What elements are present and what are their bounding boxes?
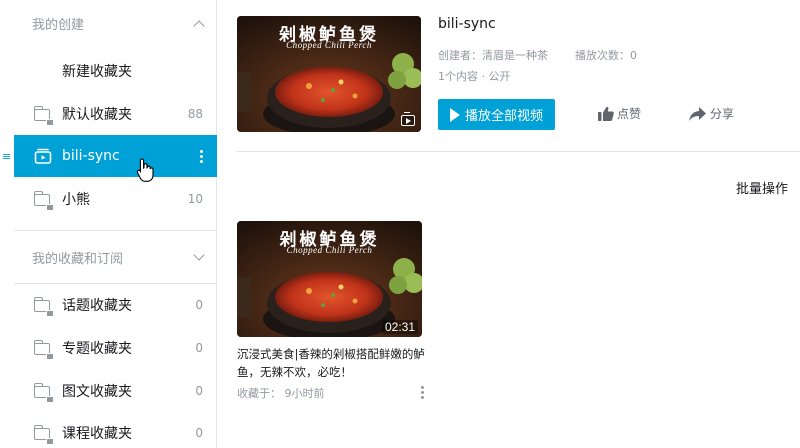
locked-folder-icon	[33, 382, 54, 403]
sidebar-item-label: 新建收藏夹	[62, 64, 132, 80]
like-label: 点赞	[617, 107, 642, 121]
my-created-header[interactable]: 我的创建	[14, 2, 217, 44]
locked-folder-icon	[33, 105, 54, 126]
thumbs-up-icon	[598, 106, 614, 121]
subscribed-header[interactable]: 我的收藏和订阅	[14, 236, 217, 278]
play-all-label: 播放全部视频	[464, 109, 543, 124]
locked-folder-icon	[33, 190, 54, 211]
video-folder-icon	[34, 147, 52, 165]
video-badge-icon	[401, 112, 415, 126]
share-button[interactable]: 分享	[688, 105, 734, 122]
sidebar-item-default-folder[interactable]: 默认收藏夹 88	[14, 93, 217, 135]
plus-circle-icon	[34, 62, 52, 80]
section-divider	[236, 151, 800, 152]
video-thumbnail[interactable]: 剁椒鲈鱼煲 Chopped Chili Perch 02:31	[237, 221, 422, 337]
section-divider	[14, 230, 217, 231]
main-content: 剁椒鲈鱼煲 Chopped Chili Perch bili-sync 创建者：…	[217, 0, 800, 448]
sidebar-item-label: 图文收藏夹	[62, 384, 132, 400]
locked-folder-icon	[33, 424, 54, 445]
new-folder-button[interactable]: 新建收藏夹	[14, 50, 217, 92]
share-label: 分享	[710, 107, 735, 121]
sidebar-item-label: 专题收藏夹	[62, 341, 132, 357]
subscribed-label: 我的收藏和订阅	[32, 251, 124, 267]
folder-title: bili-sync	[438, 16, 496, 32]
sidebar-item-xiaoxiong[interactable]: 小熊 10	[14, 178, 217, 220]
drag-handle-icon[interactable]: ≡	[2, 135, 11, 177]
sidebar-item-article-folder[interactable]: 图文收藏夹 0	[14, 370, 217, 412]
sidebar-item-label: 默认收藏夹	[62, 107, 132, 123]
sidebar-item-label: 小熊	[62, 192, 90, 208]
share-icon	[689, 106, 706, 121]
thumbnail-subtitle-text: Chopped Chili Perch	[286, 245, 373, 255]
chevron-down-icon[interactable]	[193, 249, 205, 261]
chevron-up-icon[interactable]	[193, 19, 205, 32]
folder-creator: 创建者：清眉是一种茶 播放次数：0	[438, 47, 637, 63]
locked-folder-icon	[33, 339, 54, 360]
sidebar-item-label: 课程收藏夹	[62, 426, 132, 442]
sidebar-item-label: 话题收藏夹	[62, 298, 132, 314]
sidebar: 我的创建 新建收藏夹 默认收藏夹 88 bili-sync ≡ 小熊 10 我的…	[0, 0, 217, 448]
folder-count: 0	[195, 341, 203, 355]
play-count-text: 播放次数：0	[575, 49, 637, 62]
video-title[interactable]: 沉浸式美食|香辣的剁椒搭配鲜嫩的鲈鱼，无辣不欢，必吃！	[237, 345, 427, 381]
sidebar-item-bili-sync[interactable]: bili-sync	[14, 135, 217, 177]
batch-operation-button[interactable]: 批量操作	[736, 178, 788, 197]
play-all-button[interactable]: 播放全部视频	[438, 99, 555, 130]
folder-count-visibility: 1个内容 · 公开	[438, 70, 511, 83]
like-button[interactable]: 点赞	[597, 105, 641, 122]
video-duration: 02:31	[381, 320, 418, 334]
folder-count: 0	[195, 298, 203, 312]
saved-time: 收藏于： 9小时前	[237, 387, 325, 400]
folder-count: 0	[195, 384, 203, 398]
play-icon	[449, 107, 460, 122]
folder-cover[interactable]: 剁椒鲈鱼煲 Chopped Chili Perch	[237, 16, 421, 132]
sidebar-item-label: bili-sync	[62, 148, 120, 164]
more-options-icon[interactable]	[199, 149, 203, 163]
folder-count: 0	[195, 426, 203, 440]
my-created-label: 我的创建	[32, 17, 85, 33]
sidebar-item-topic-folder[interactable]: 话题收藏夹 0	[14, 284, 217, 326]
locked-folder-icon	[33, 296, 54, 317]
video-more-icon[interactable]	[420, 386, 424, 399]
creator-text: 创建者：清眉是一种茶	[438, 49, 548, 62]
cover-subtitle-text: Chopped Chili Perch	[286, 40, 372, 50]
sidebar-item-course-folder[interactable]: 课程收藏夹 0	[14, 412, 217, 448]
folder-count: 10	[187, 192, 203, 206]
folder-count: 88	[187, 107, 203, 121]
sidebar-item-special-folder[interactable]: 专题收藏夹 0	[14, 327, 217, 369]
